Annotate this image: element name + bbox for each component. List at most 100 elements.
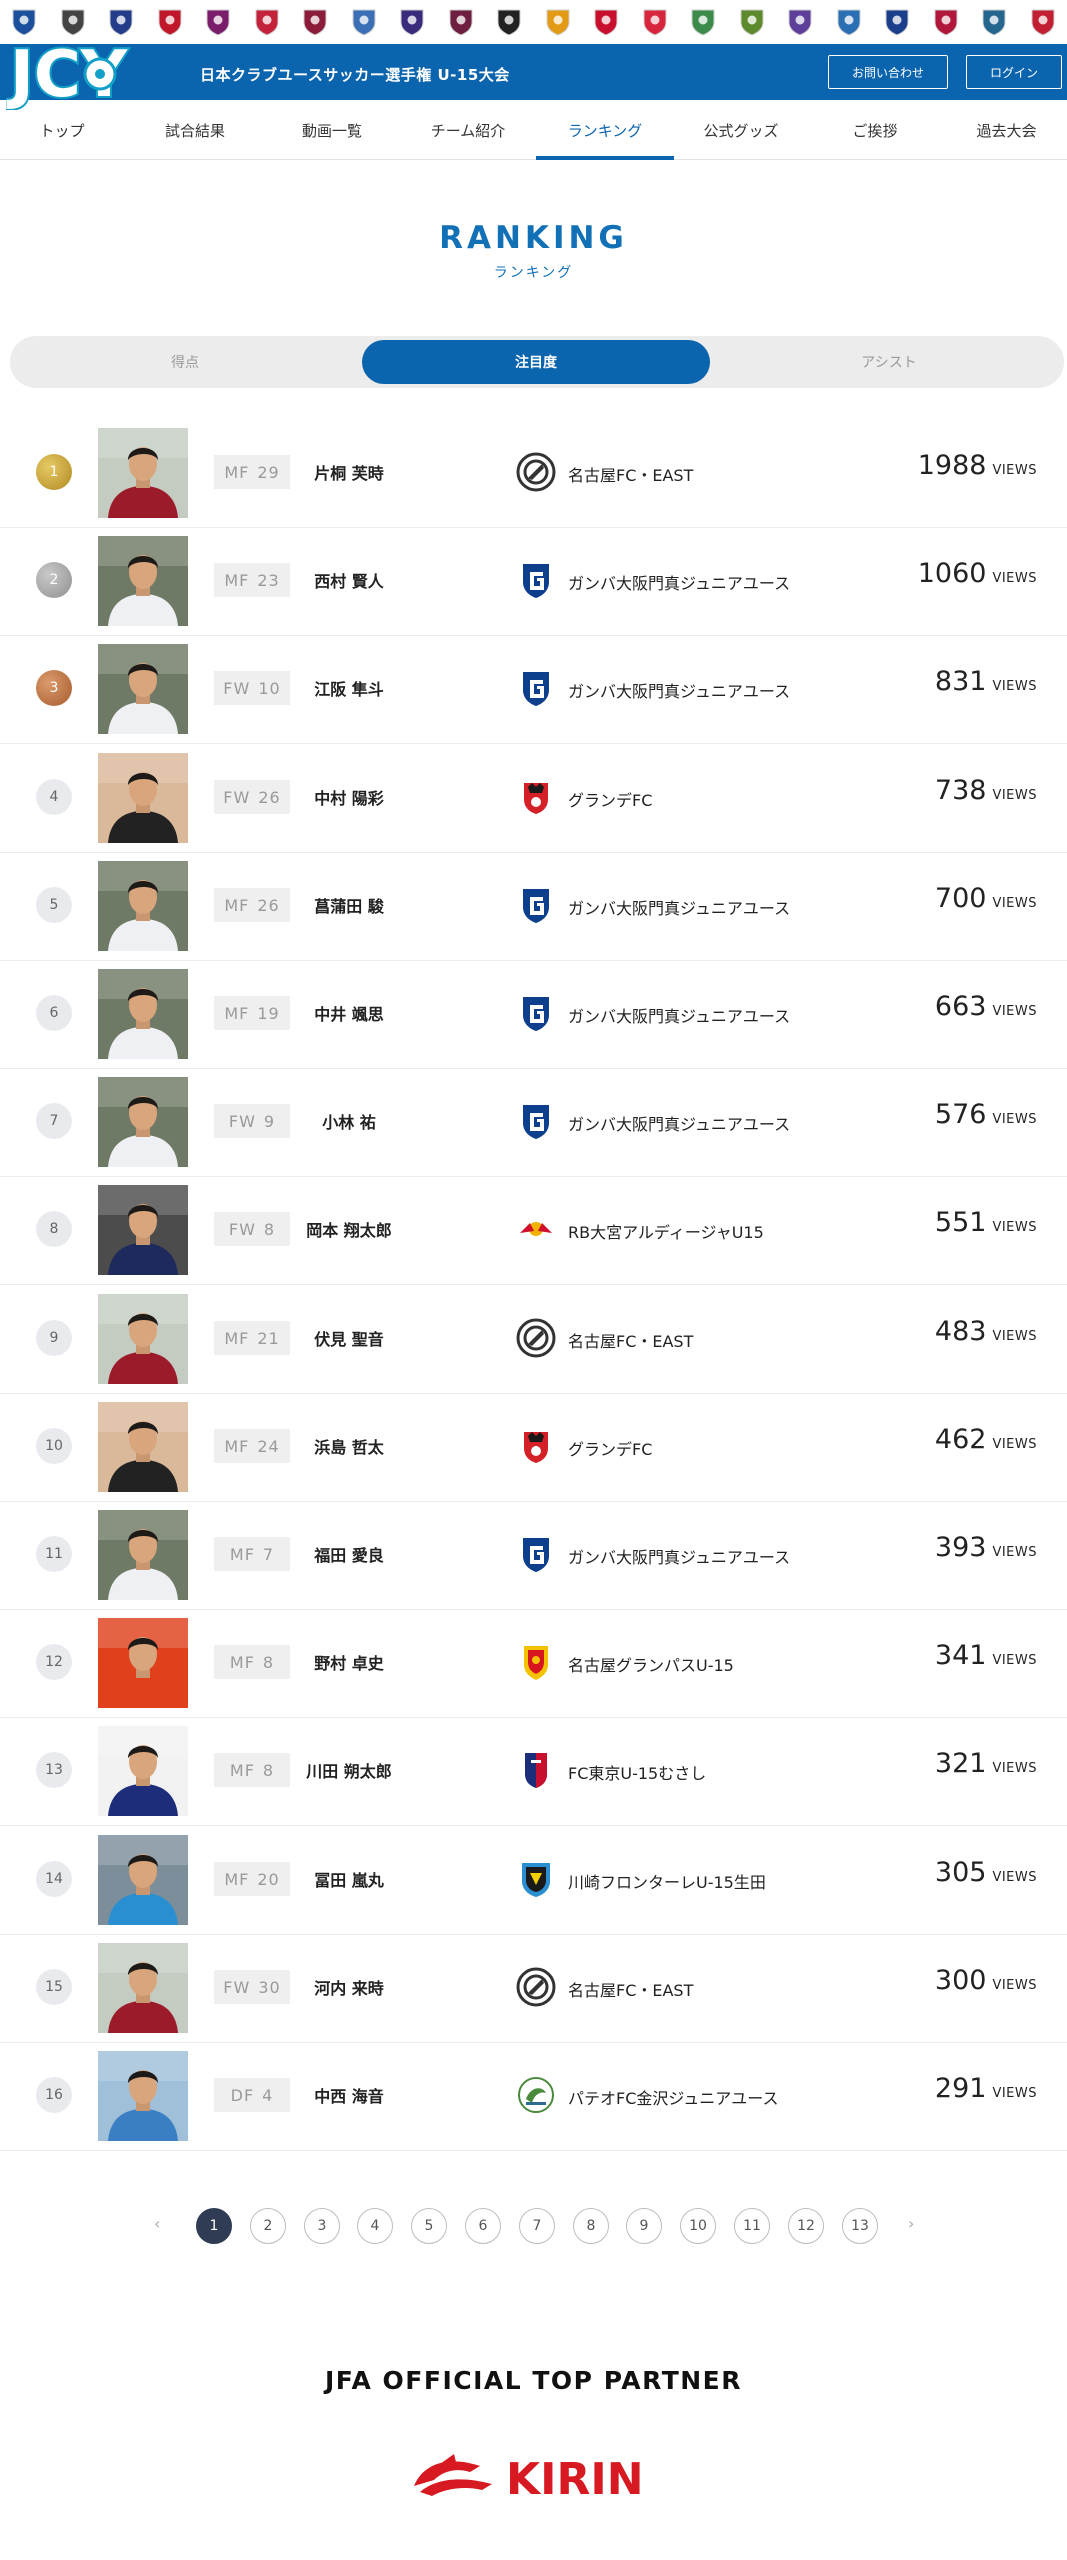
player-name[interactable]: 福田 愛良 (296, 1542, 402, 1566)
page-button[interactable]: 3 (304, 2208, 340, 2244)
club-name[interactable]: パテオFC金沢ジュニアユース (568, 2085, 778, 2109)
club-emblem-icon[interactable] (11, 8, 37, 36)
player-photo[interactable] (98, 1510, 188, 1600)
nav-item-teams[interactable]: チーム紹介 (400, 100, 536, 160)
ranking-row[interactable]: 6 MF 19 中井 颯思 ガンバ大阪門真ジュニアユース 663 VIEWS (0, 961, 1067, 1069)
club-emblem-icon[interactable] (981, 8, 1007, 36)
prev-page-icon[interactable]: ‹ (154, 2214, 160, 2233)
player-name[interactable]: 中村 陽彩 (296, 785, 402, 809)
club-emblem-icon[interactable] (60, 8, 86, 36)
player-photo[interactable] (98, 1077, 188, 1167)
kirin-logo[interactable]: KIRIN (410, 2448, 662, 2504)
ranking-row[interactable]: 12 MF 8 野村 卓史 名古屋グランパスU-15 341 VIEWS (0, 1610, 1067, 1718)
club-name[interactable]: 名古屋グランパスU-15 (568, 1652, 734, 1676)
player-photo[interactable] (98, 1618, 188, 1708)
player-photo[interactable] (98, 969, 188, 1059)
player-photo[interactable] (98, 536, 188, 626)
player-name[interactable]: 江阪 隼斗 (296, 676, 402, 700)
ranking-row[interactable]: 13 MF 8 川田 朔太郎 FC東京U-15むさし 321 VIEWS (0, 1718, 1067, 1826)
player-name[interactable]: 河内 来時 (296, 1975, 402, 1999)
club-emblem-icon[interactable] (302, 8, 328, 36)
club-name[interactable]: ガンバ大阪門真ジュニアユース (568, 1111, 790, 1135)
club-emblem-icon[interactable] (690, 8, 716, 36)
nav-item-past[interactable]: 過去大会 (946, 100, 1067, 160)
club-emblem-icon[interactable] (157, 8, 183, 36)
ranking-row[interactable]: 10 MF 24 浜島 哲太 グランデFC 462 VIEWS (0, 1394, 1067, 1502)
club-emblem-icon[interactable] (836, 8, 862, 36)
page-button[interactable]: 5 (411, 2208, 447, 2244)
ranking-row[interactable]: 5 MF 26 菖蒲田 駿 ガンバ大阪門真ジュニアユース 700 VIEWS (0, 853, 1067, 961)
club-emblem-icon[interactable] (787, 8, 813, 36)
player-name[interactable]: 野村 卓史 (296, 1650, 402, 1674)
tab-attention[interactable]: 注目度 (362, 340, 710, 384)
club-name[interactable]: RB大宮アルディージャU15 (568, 1219, 764, 1243)
club-name[interactable]: ガンバ大阪門真ジュニアユース (568, 678, 790, 702)
club-emblem-icon[interactable] (739, 8, 765, 36)
club-emblem-icon[interactable] (254, 8, 280, 36)
ranking-row[interactable]: 8 FW 8 岡本 翔太郎 RB大宮アルディージャU15 551 VIEWS (0, 1177, 1067, 1285)
ranking-row[interactable]: 16 DF 4 中西 海音 パテオFC金沢ジュニアユース 291 VIEWS (0, 2043, 1067, 2151)
player-photo[interactable] (98, 1185, 188, 1275)
login-button[interactable]: ログイン (966, 55, 1062, 89)
club-emblem-icon[interactable] (1030, 8, 1056, 36)
player-name[interactable]: 冨田 嵐丸 (296, 1867, 402, 1891)
club-emblem-icon[interactable] (496, 8, 522, 36)
club-name[interactable]: 名古屋FC・EAST (568, 1328, 693, 1352)
page-button[interactable]: 1 (196, 2208, 232, 2244)
player-photo[interactable] (98, 428, 188, 518)
player-photo[interactable] (98, 1943, 188, 2033)
club-name[interactable]: グランデFC (568, 787, 652, 811)
club-emblem-icon[interactable] (205, 8, 231, 36)
page-button[interactable]: 9 (626, 2208, 662, 2244)
club-name[interactable]: 名古屋FC・EAST (568, 462, 693, 486)
ranking-row[interactable]: 14 MF 20 冨田 嵐丸 川崎フロンターレU-15生田 305 VIEWS (0, 1827, 1067, 1935)
page-button[interactable]: 4 (357, 2208, 393, 2244)
nav-item-goods[interactable]: 公式グッズ (676, 100, 806, 160)
club-name[interactable]: ガンバ大阪門真ジュニアユース (568, 570, 790, 594)
page-button[interactable]: 13 (842, 2208, 878, 2244)
jcy-logo[interactable]: JCY (6, 34, 176, 110)
nav-item-ranking[interactable]: ランキング (536, 100, 674, 160)
player-name[interactable]: 西村 賢人 (296, 568, 402, 592)
ranking-row[interactable]: 9 MF 21 伏見 聖音 名古屋FC・EAST 483 VIEWS (0, 1286, 1067, 1394)
page-button[interactable]: 8 (573, 2208, 609, 2244)
player-name[interactable]: 菖蒲田 駿 (296, 893, 402, 917)
club-emblem-icon[interactable] (448, 8, 474, 36)
club-name[interactable]: 名古屋FC・EAST (568, 1977, 693, 2001)
page-button[interactable]: 6 (465, 2208, 501, 2244)
club-name[interactable]: FC東京U-15むさし (568, 1760, 706, 1784)
next-page-icon[interactable]: › (908, 2214, 914, 2233)
player-name[interactable]: 中西 海音 (296, 2083, 402, 2107)
player-photo[interactable] (98, 1294, 188, 1384)
club-emblem-icon[interactable] (642, 8, 668, 36)
tab-assists[interactable]: アシスト (714, 336, 1064, 388)
club-name[interactable]: ガンバ大阪門真ジュニアユース (568, 1003, 790, 1027)
player-photo[interactable] (98, 861, 188, 951)
club-name[interactable]: 川崎フロンターレU-15生田 (568, 1869, 766, 1893)
player-name[interactable]: 片桐 芙時 (296, 460, 402, 484)
player-name[interactable]: 伏見 聖音 (296, 1326, 402, 1350)
club-emblem-icon[interactable] (593, 8, 619, 36)
club-emblem-icon[interactable] (399, 8, 425, 36)
player-photo[interactable] (98, 753, 188, 843)
page-button[interactable]: 2 (250, 2208, 286, 2244)
contact-button[interactable]: お問い合わせ (828, 55, 948, 89)
player-photo[interactable] (98, 2051, 188, 2141)
player-name[interactable]: 岡本 翔太郎 (296, 1217, 402, 1241)
club-emblem-icon[interactable] (545, 8, 571, 36)
ranking-row[interactable]: 11 MF 7 福田 愛良 ガンバ大阪門真ジュニアユース 393 VIEWS (0, 1502, 1067, 1610)
page-button[interactable]: 10 (680, 2208, 716, 2244)
ranking-row[interactable]: 2 MF 23 西村 賢人 ガンバ大阪門真ジュニアユース 1060 VIEWS (0, 528, 1067, 636)
nav-item-videos[interactable]: 動画一覧 (266, 100, 398, 160)
ranking-row[interactable]: 1 MF 29 片桐 芙時 名古屋FC・EAST 1988 VIEWS (0, 420, 1067, 528)
player-photo[interactable] (98, 1835, 188, 1925)
player-photo[interactable] (98, 1402, 188, 1492)
ranking-row[interactable]: 4 FW 26 中村 陽彩 グランデFC 738 VIEWS (0, 745, 1067, 853)
club-name[interactable]: ガンバ大阪門真ジュニアユース (568, 1544, 790, 1568)
page-button[interactable]: 7 (519, 2208, 555, 2244)
club-name[interactable]: ガンバ大阪門真ジュニアユース (568, 895, 790, 919)
tab-goals[interactable]: 得点 (10, 336, 360, 388)
player-name[interactable]: 浜島 哲太 (296, 1434, 402, 1458)
player-name[interactable]: 小林 祐 (296, 1109, 402, 1133)
club-emblem-icon[interactable] (884, 8, 910, 36)
